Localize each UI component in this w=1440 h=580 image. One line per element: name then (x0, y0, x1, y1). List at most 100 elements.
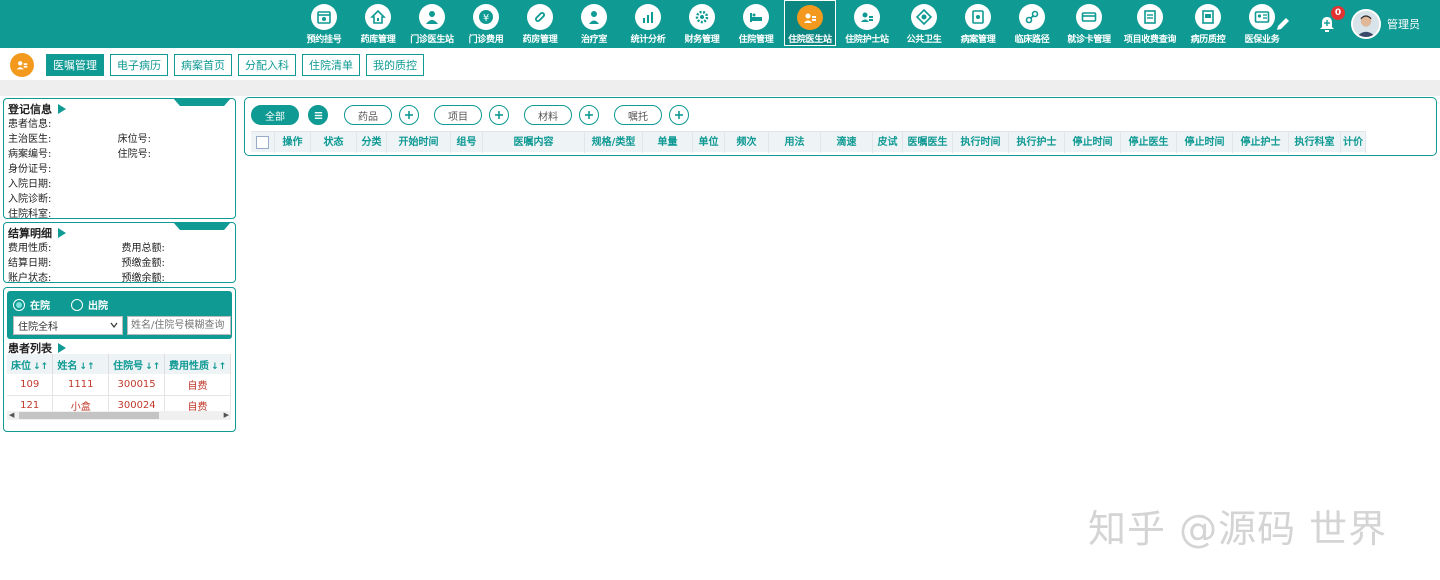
nav-label: 药房管理 (522, 35, 558, 45)
collapse-toggle[interactable]: ﹀ (173, 98, 231, 106)
add-material-icon[interactable] (579, 105, 599, 125)
pencil-icon[interactable] (1273, 14, 1293, 34)
tab-electronic-record[interactable]: 电子病历 (110, 54, 168, 76)
nav-appointment[interactable]: 预约挂号 (298, 0, 350, 46)
filter-all-button[interactable]: 全部 (251, 105, 299, 125)
nav-pharmacy[interactable]: 药房管理 (514, 0, 566, 46)
table-row[interactable]: 109 1111 300015 自费 (7, 374, 231, 396)
nav-fee-query[interactable]: 项目收费查询 (1120, 0, 1180, 46)
col-frequency[interactable]: 频次 (725, 131, 769, 153)
id-no-label: 身份证号: (8, 164, 52, 175)
nurse-badge-icon (854, 4, 880, 30)
record-icon (1195, 4, 1221, 30)
add-instruction-icon[interactable] (669, 105, 689, 125)
add-drug-icon[interactable] (399, 105, 419, 125)
horizontal-scrollbar[interactable]: ◀ ▶ (7, 411, 231, 420)
col-category[interactable]: 分类 (357, 131, 387, 153)
filter-material-button[interactable]: 材料 (524, 105, 572, 125)
nav-outpatient-fee[interactable]: ¥ 门诊费用 (460, 0, 512, 46)
triangle-right-icon[interactable] (58, 104, 66, 114)
select-all-checkbox[interactable] (251, 131, 275, 153)
col-order-content[interactable]: 医嘱内容 (483, 131, 585, 153)
col-bed[interactable]: 床位 ↓↑ (7, 354, 54, 374)
chevron-down-icon (110, 322, 118, 328)
list-icon[interactable] (308, 105, 328, 125)
settlement-panel: ﹀ 结算明细 费用性质: 费用总额: 结算日期: 预缴金额: 账户状态: 预缴余额: (3, 222, 236, 286)
radio-discharged[interactable]: 出院 (71, 297, 108, 312)
nav-statistics[interactable]: 统计分析 (622, 0, 674, 46)
nav-label: 门诊医生站 (410, 35, 454, 45)
col-usage[interactable]: 用法 (769, 131, 821, 153)
col-stop-time-2[interactable]: 停止时间 (1177, 131, 1233, 153)
nav-record-qc[interactable]: 病历质控 (1182, 0, 1234, 46)
doctor-badge-icon (10, 53, 34, 77)
col-exec-dept[interactable]: 执行科室 (1289, 131, 1341, 153)
filter-item-button[interactable]: 项目 (434, 105, 482, 125)
col-inpatient-no[interactable]: 住院号 ↓↑ (108, 354, 166, 374)
nav-public-health[interactable]: 公共卫生 (898, 0, 950, 46)
nav-label: 住院护士站 (845, 35, 889, 45)
col-start-time[interactable]: 开始时间 (387, 131, 451, 153)
nav-clinical-path[interactable]: 临床路径 (1006, 0, 1058, 46)
scroll-left-icon[interactable]: ◀ (9, 411, 14, 419)
add-item-icon[interactable] (489, 105, 509, 125)
col-label: 姓名 (57, 360, 78, 372)
nav-label: 住院管理 (738, 35, 774, 45)
separator-strip (0, 80, 1440, 96)
col-action[interactable]: 操作 (275, 131, 311, 153)
col-group-no[interactable]: 组号 (451, 131, 483, 153)
tab-order-management[interactable]: 医嘱管理 (46, 54, 104, 76)
patient-filter: 在院 出院 住院全科 (7, 291, 232, 339)
registration-panel: ﹀ 登记信息 患者信息: 主治医生: 床位号: 病案编号: 住院号: 身份证号: 入… (3, 98, 236, 220)
col-skin-test[interactable]: 皮试 (873, 131, 903, 153)
tab-inpatient-list[interactable]: 住院清单 (302, 54, 360, 76)
nav-label: 预约挂号 (306, 35, 342, 45)
filter-instruction-button[interactable]: 嘱托 (614, 105, 662, 125)
col-name[interactable]: 姓名 ↓↑ (52, 354, 110, 374)
collapse-toggle[interactable]: ﹀ (173, 222, 231, 230)
col-order-doctor[interactable]: 医嘱医生 (903, 131, 953, 153)
col-status[interactable]: 状态 (311, 131, 357, 153)
col-exec-time[interactable]: 执行时间 (953, 131, 1009, 153)
notification-bell[interactable]: 0 (1317, 6, 1345, 34)
filter-drug-button[interactable]: 药品 (344, 105, 392, 125)
nav-card-management[interactable]: 就诊卡管理 (1060, 0, 1118, 46)
scroll-thumb[interactable] (19, 412, 159, 419)
col-dose[interactable]: 单量 (643, 131, 693, 153)
username[interactable]: 管理员 (1387, 16, 1420, 32)
cell-name: 1111 (52, 374, 110, 396)
patient-search-input[interactable] (127, 316, 231, 335)
col-drip-rate[interactable]: 滴速 (821, 131, 873, 153)
notification-count: 0 (1331, 6, 1345, 20)
col-unit[interactable]: 单位 (693, 131, 725, 153)
nav-finance[interactable]: 财务管理 (676, 0, 728, 46)
col-stop-doctor[interactable]: 停止医生 (1121, 131, 1177, 153)
col-exec-nurse[interactable]: 执行护士 (1009, 131, 1065, 153)
panel-title-text: 登记信息 (8, 103, 52, 116)
tab-my-qc[interactable]: 我的质控 (366, 54, 424, 76)
col-stop-time[interactable]: 停止时间 (1065, 131, 1121, 153)
scroll-right-icon[interactable]: ▶ (224, 411, 229, 419)
tab-case-homepage[interactable]: 病案首页 (174, 54, 232, 76)
nav-inpatient-management[interactable]: 住院管理 (730, 0, 782, 46)
avatar[interactable] (1351, 9, 1381, 39)
col-spec-type[interactable]: 规格/类型 (585, 131, 643, 153)
nav-treatment-room[interactable]: 治疗室 (568, 0, 620, 46)
nav-outpatient-doctor[interactable]: 门诊医生站 (406, 0, 458, 46)
radio-in-hospital[interactable]: 在院 (13, 297, 50, 312)
doc-search-icon (1137, 4, 1163, 30)
department-select[interactable]: 住院全科 (13, 316, 123, 335)
nav-case-management[interactable]: 病案管理 (952, 0, 1004, 46)
col-fee-type[interactable]: 费用性质 ↓↑ (164, 354, 231, 374)
col-stop-nurse[interactable]: 停止护士 (1233, 131, 1289, 153)
nav-inpatient-doctor[interactable]: 住院医生站 (784, 0, 836, 46)
tab-assign-department[interactable]: 分配入科 (238, 54, 296, 76)
col-pricing[interactable]: 计价 (1341, 131, 1366, 153)
triangle-right-icon[interactable] (58, 228, 66, 238)
user-area: 0 管理员 (1273, 0, 1440, 48)
triangle-right-icon[interactable] (58, 343, 66, 353)
case-no-label: 病案编号: (8, 149, 52, 160)
settlement-fields: 费用性质: 费用总额: 结算日期: 预缴金额: 账户状态: 预缴余额: (4, 241, 235, 286)
nav-drug-storage[interactable]: 药库管理 (352, 0, 404, 46)
nav-inpatient-nurse[interactable]: 住院护士站 (838, 0, 896, 46)
